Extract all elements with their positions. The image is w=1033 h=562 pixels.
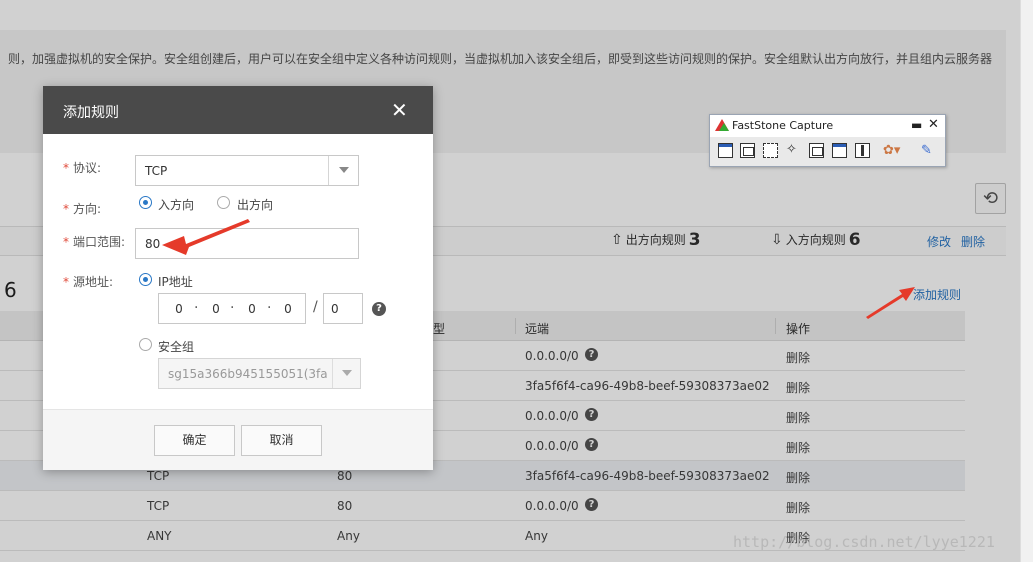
settings-pen-icon[interactable]: ✎	[921, 143, 936, 158]
capture-video-icon[interactable]	[855, 143, 870, 158]
dialog-title: 添加规则	[63, 105, 119, 121]
security-group-value: sg15a366b945155051(3fa5...	[168, 367, 328, 381]
watermark: http://blog.csdn.net/lyye1221	[733, 533, 995, 551]
capture-freehand-icon[interactable]: ✧	[786, 143, 801, 158]
faststone-title: FastStone Capture	[732, 119, 834, 132]
faststone-title-bar[interactable]: FastStone Capture ▬ ✕	[710, 115, 945, 137]
ip-octet[interactable]: 0	[244, 302, 260, 316]
cancel-button[interactable]: 取消	[241, 425, 322, 456]
close-icon[interactable]: ✕	[928, 117, 939, 132]
dialog-header: 添加规则 ✕	[43, 86, 433, 134]
direction-in-label[interactable]: 入方向	[158, 196, 194, 213]
ip-dot: ·	[267, 300, 272, 316]
paint-palette-icon[interactable]: ✿▾	[883, 143, 900, 158]
port-range-label: * 端口范围:	[63, 235, 126, 249]
source-sg-label[interactable]: 安全组	[158, 338, 194, 355]
direction-in-radio[interactable]	[139, 196, 152, 209]
protocol-value: TCP	[145, 164, 168, 178]
security-group-select[interactable]: sg15a366b945155051(3fa5...	[158, 358, 361, 389]
ip-octet[interactable]: 0	[280, 302, 296, 316]
source-label: * 源地址:	[63, 275, 114, 289]
protocol-label: * 协议:	[63, 161, 102, 175]
ip-octet[interactable]: 0	[208, 302, 224, 316]
ip-dot: ·	[194, 300, 199, 316]
chevron-down-icon	[342, 370, 352, 376]
direction-label: * 方向:	[63, 202, 102, 216]
ip-address-input[interactable]: 0 · 0 · 0 · 0	[158, 293, 306, 324]
mask-slash: /	[313, 299, 318, 315]
help-icon[interactable]: ?	[372, 302, 386, 316]
faststone-logo-icon	[719, 123, 729, 131]
ip-dot: ·	[230, 300, 235, 316]
source-ip-label[interactable]: IP地址	[158, 273, 193, 290]
direction-out-radio[interactable]	[217, 196, 230, 209]
minimize-icon[interactable]: ▬	[911, 118, 922, 132]
capture-region-icon[interactable]	[763, 143, 778, 158]
vertical-scrollbar[interactable]	[1020, 0, 1033, 562]
add-rule-dialog: 添加规则 ✕ * 协议: TCP * 方向: 入方向 出方向 * 端口范围: 80 *…	[43, 86, 433, 470]
dialog-footer	[43, 409, 433, 470]
capture-fullscreen-icon[interactable]	[809, 143, 824, 158]
port-range-input[interactable]: 80	[135, 228, 359, 259]
capture-window-icon[interactable]	[718, 143, 733, 158]
ip-mask-value: 0	[331, 302, 339, 316]
close-icon[interactable]: ✕	[391, 98, 408, 122]
faststone-capture-toolbar[interactable]: FastStone Capture ▬ ✕ ✧ ✿▾ ✎	[709, 114, 946, 167]
port-range-value: 80	[145, 237, 161, 251]
ip-mask-input[interactable]: 0	[323, 293, 363, 324]
chevron-down-icon	[339, 167, 349, 173]
confirm-button[interactable]: 确定	[154, 425, 235, 456]
protocol-select[interactable]: TCP	[135, 155, 359, 186]
ip-octet[interactable]: 0	[171, 302, 187, 316]
capture-object-icon[interactable]	[740, 143, 755, 158]
source-sg-radio[interactable]	[139, 338, 152, 351]
source-ip-radio[interactable]	[139, 273, 152, 286]
capture-scrolling-icon[interactable]	[832, 143, 847, 158]
direction-out-label[interactable]: 出方向	[237, 196, 273, 213]
